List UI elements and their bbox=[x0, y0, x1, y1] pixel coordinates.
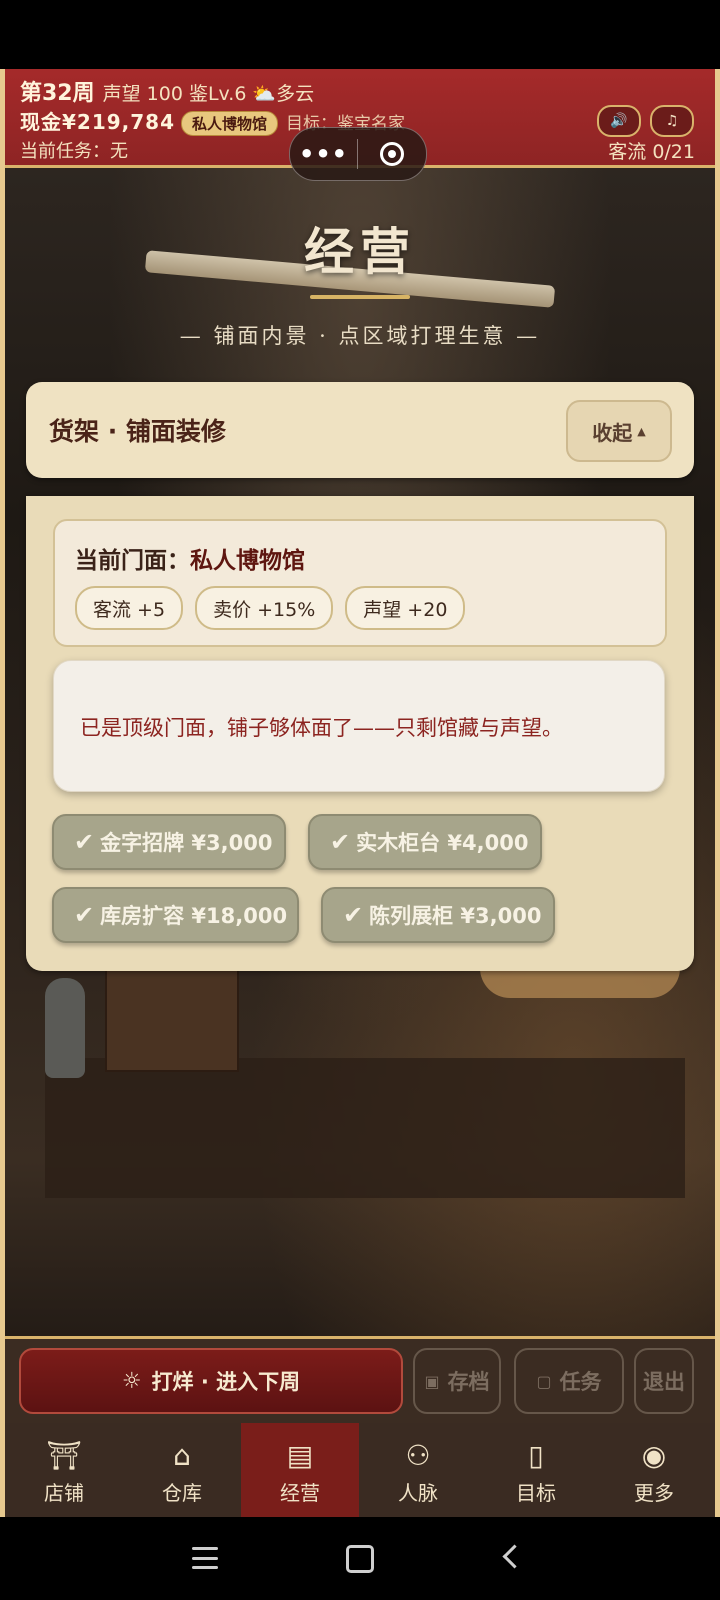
tab-contacts[interactable]: ⚇ 人脉 bbox=[359, 1423, 477, 1517]
cash-label: 现金¥219,784 bbox=[20, 110, 176, 134]
tab-more[interactable]: ◉ 更多 bbox=[595, 1423, 713, 1517]
bonus-chip-traffic: 客流 +5 bbox=[75, 586, 184, 630]
task-icon: ▢ bbox=[536, 1371, 552, 1391]
front-name: 私人博物馆 bbox=[190, 548, 305, 574]
exit-button[interactable]: 退出 bbox=[634, 1348, 694, 1414]
menu-icon bbox=[192, 1547, 218, 1569]
upgrade-wood-counter[interactable]: ✔ 实木柜台 ¥4,000 bbox=[308, 814, 542, 870]
current-task-label: 当前任务：无 bbox=[20, 141, 128, 162]
panel-title: 货架 · 铺面装修 bbox=[49, 417, 226, 446]
tab-label: 经营 bbox=[280, 1481, 320, 1505]
save-icon: ▣ bbox=[424, 1371, 440, 1391]
traffic-label: 客流 0/21 bbox=[608, 141, 695, 163]
save-label: 存档 bbox=[447, 1370, 490, 1394]
shop-icon: ⛩ bbox=[46, 1439, 82, 1472]
scroll-icon: ▯ bbox=[528, 1439, 544, 1472]
check-icon: ✔ bbox=[74, 828, 95, 856]
back-icon bbox=[502, 1544, 527, 1569]
home-nav-button[interactable] bbox=[346, 1545, 374, 1573]
next-week-label: 打烊 · 进入下周 bbox=[151, 1370, 301, 1394]
sound-toggle-button[interactable]: 🔊 bbox=[597, 105, 641, 137]
check-icon: ✔ bbox=[330, 828, 351, 856]
weather-label: ⛅多云 bbox=[252, 83, 315, 105]
vase-decor bbox=[45, 978, 85, 1078]
speaker-icon: 🔊 bbox=[610, 113, 628, 129]
scene-title: 经营 bbox=[304, 222, 416, 281]
more-icon: ◉ bbox=[641, 1439, 667, 1472]
upgrade-label: 实木柜台 ¥4,000 bbox=[356, 831, 529, 855]
current-front-card: 当前门面：私人博物馆 客流 +5 卖价 +15% 声望 +20 bbox=[53, 519, 667, 647]
title-underline bbox=[310, 295, 410, 299]
current-front-title: 当前门面：私人博物馆 bbox=[75, 541, 305, 575]
scene-subtitle: — 铺面内景 · 点区域打理生意 — bbox=[179, 324, 541, 348]
check-icon: ✔ bbox=[343, 901, 364, 929]
week-label: 第32周 bbox=[20, 81, 95, 106]
tab-goals[interactable]: ▯ 目标 bbox=[477, 1423, 595, 1517]
save-button[interactable]: ▣ 存档 bbox=[413, 1348, 501, 1414]
more-menu-button[interactable]: ••• bbox=[290, 140, 357, 168]
tab-shop[interactable]: ⛩ 店铺 bbox=[5, 1423, 123, 1517]
reputation-label: 声望 100 bbox=[102, 83, 183, 105]
upgrade-gold-signboard[interactable]: ✔ 金字招牌 ¥3,000 bbox=[52, 814, 286, 870]
tab-warehouse[interactable]: ⌂ 仓库 bbox=[123, 1423, 241, 1517]
collapse-button[interactable]: 收起 ▲ bbox=[566, 400, 672, 462]
upgrade-label: 陈列展柜 ¥3,000 bbox=[369, 904, 542, 928]
menu-nav-button[interactable] bbox=[192, 1547, 218, 1569]
shop-badge: 私人博物馆 bbox=[181, 111, 279, 136]
tab-label: 更多 bbox=[634, 1481, 674, 1505]
hud-row-stats: 第32周 声望 100 鉴Lv.6 ⛅多云 bbox=[20, 75, 320, 107]
caret-up-icon: ▲ bbox=[637, 424, 646, 438]
appraise-level-label: 鉴Lv.6 bbox=[188, 83, 247, 105]
bonus-chip-price: 卖价 +15% bbox=[195, 586, 334, 630]
decoration-panel-body: 当前门面：私人博物馆 客流 +5 卖价 +15% 声望 +20 已是顶级门面，铺… bbox=[26, 496, 694, 971]
system-nav-bar bbox=[0, 1517, 720, 1600]
tab-label: 仓库 bbox=[162, 1481, 202, 1505]
status-note-card: 已是顶级门面，铺子够体面了——只剩馆藏与声望。 bbox=[53, 660, 665, 792]
back-nav-button[interactable] bbox=[502, 1544, 527, 1569]
upgrade-display-cabinet[interactable]: ✔ 陈列展柜 ¥3,000 bbox=[321, 887, 555, 943]
upgrade-label: 库房扩容 ¥18,000 bbox=[100, 904, 288, 928]
target-icon bbox=[379, 142, 404, 166]
front-label: 当前门面： bbox=[75, 548, 190, 574]
collapse-label: 收起 bbox=[592, 420, 633, 445]
bonus-chips: 客流 +5 卖价 +15% 声望 +20 bbox=[75, 586, 477, 630]
exit-label: 退出 bbox=[643, 1370, 685, 1394]
status-note: 已是顶级门面，铺子够体面了——只剩馆藏与声望。 bbox=[80, 716, 563, 740]
check-icon: ✔ bbox=[74, 901, 95, 929]
music-toggle-button[interactable]: ♫ bbox=[650, 105, 694, 137]
warehouse-icon: ⌂ bbox=[173, 1439, 191, 1472]
tasks-label: 任务 bbox=[559, 1370, 602, 1394]
people-icon: ⚇ bbox=[405, 1439, 431, 1472]
miniprogram-capsule: ••• bbox=[289, 127, 427, 181]
top-black-bar bbox=[0, 0, 720, 69]
tab-label: 店铺 bbox=[44, 1481, 84, 1505]
upgrade-storage-expand[interactable]: ✔ 库房扩容 ¥18,000 bbox=[52, 887, 299, 943]
decoration-panel-header: 货架 · 铺面装修 收起 ▲ bbox=[26, 382, 694, 478]
tab-label: 目标 bbox=[516, 1481, 556, 1505]
tab-label: 人脉 bbox=[398, 1481, 438, 1505]
action-bar: ☼ 打烊 · 进入下周 ▣ 存档 ▢ 任务 退出 bbox=[5, 1336, 715, 1426]
wooden-chest-decor bbox=[105, 968, 239, 1072]
counter-decor bbox=[45, 1058, 685, 1198]
bottom-tab-bar: ⛩ 店铺 ⌂ 仓库 ▤ 经营 ⚇ 人脉 ▯ 目标 ◉ 更多 bbox=[5, 1423, 715, 1517]
next-week-button[interactable]: ☼ 打烊 · 进入下周 bbox=[19, 1348, 403, 1414]
sun-icon: ☼ bbox=[121, 1368, 142, 1394]
music-note-icon: ♫ bbox=[665, 113, 679, 129]
home-icon bbox=[346, 1545, 374, 1573]
tab-operate[interactable]: ▤ 经营 bbox=[241, 1423, 359, 1517]
ledger-icon: ▤ bbox=[286, 1439, 314, 1472]
close-miniprogram-button[interactable] bbox=[358, 142, 425, 166]
tasks-button[interactable]: ▢ 任务 bbox=[514, 1348, 624, 1414]
upgrade-label: 金字招牌 ¥3,000 bbox=[100, 831, 273, 855]
bonus-chip-reputation: 声望 +20 bbox=[345, 586, 466, 630]
